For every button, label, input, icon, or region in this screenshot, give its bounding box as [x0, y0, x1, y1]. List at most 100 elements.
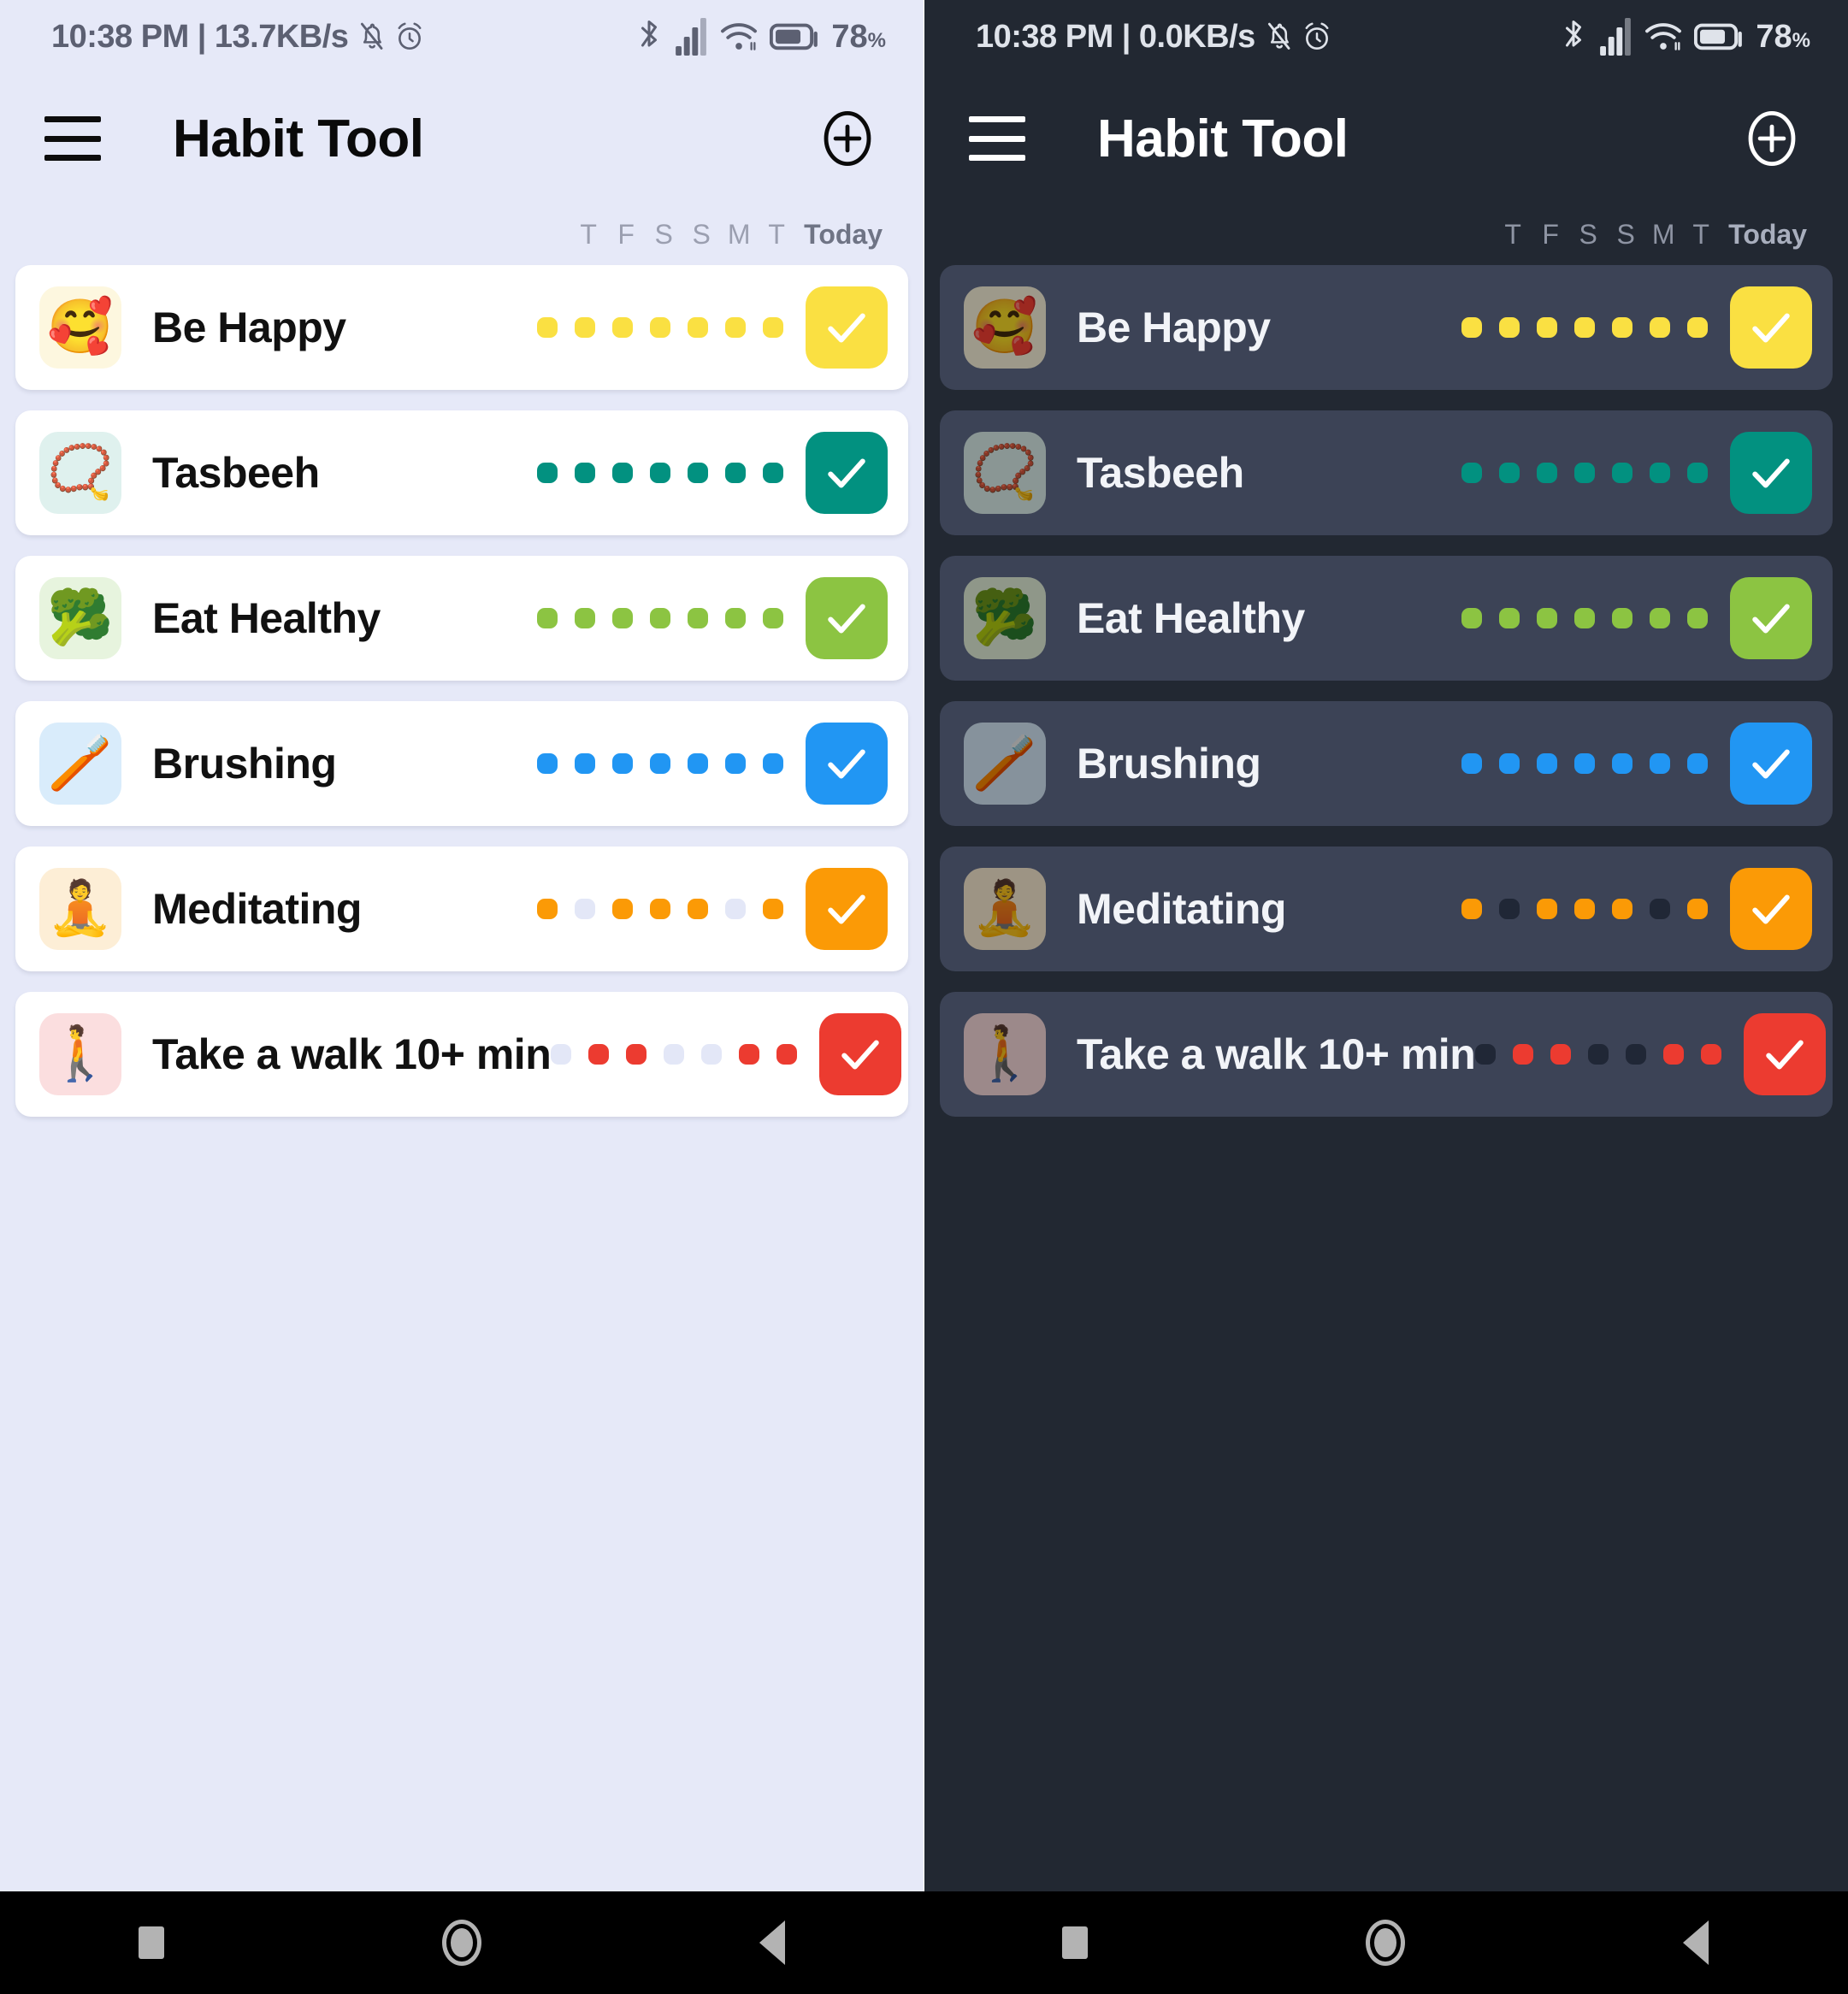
habit-today-checkbox[interactable]: [806, 577, 888, 659]
week-dot-4[interactable]: [1612, 753, 1632, 774]
week-dot-5[interactable]: [725, 317, 746, 338]
week-dot-0[interactable]: [1475, 1044, 1497, 1065]
habit-row[interactable]: 🧘 Meditating: [15, 847, 908, 971]
week-dot-0[interactable]: [537, 608, 558, 628]
week-dot-2[interactable]: [1537, 753, 1557, 774]
week-dot-1[interactable]: [1499, 317, 1520, 338]
week-dot-6[interactable]: [763, 899, 783, 919]
week-dot-1[interactable]: [1499, 608, 1520, 628]
week-dot-6[interactable]: [1687, 753, 1708, 774]
week-dot-1[interactable]: [1499, 753, 1520, 774]
week-dot-2[interactable]: [1537, 463, 1557, 483]
habit-row[interactable]: 🪥 Brushing: [940, 701, 1833, 826]
habit-today-checkbox[interactable]: [806, 432, 888, 514]
week-dot-4[interactable]: [688, 317, 708, 338]
week-dot-6[interactable]: [763, 317, 783, 338]
week-dot-0[interactable]: [1461, 753, 1482, 774]
week-dot-3[interactable]: [650, 317, 670, 338]
week-dot-2[interactable]: [626, 1044, 647, 1065]
habit-today-checkbox[interactable]: [806, 723, 888, 805]
week-dot-6[interactable]: [1701, 1044, 1722, 1065]
add-circle-icon[interactable]: [1740, 107, 1804, 170]
week-dot-3[interactable]: [650, 899, 670, 919]
week-dot-1[interactable]: [575, 899, 595, 919]
week-dot-6[interactable]: [763, 753, 783, 774]
week-dot-6[interactable]: [1687, 899, 1708, 919]
week-dot-6[interactable]: [776, 1044, 798, 1065]
week-dot-1[interactable]: [575, 317, 595, 338]
week-dot-1[interactable]: [1499, 899, 1520, 919]
week-dot-3[interactable]: [1588, 1044, 1609, 1065]
week-dot-3[interactable]: [650, 608, 670, 628]
week-dot-0[interactable]: [537, 753, 558, 774]
week-dot-6[interactable]: [763, 463, 783, 483]
week-dot-5[interactable]: [725, 463, 746, 483]
week-dot-6[interactable]: [1687, 317, 1708, 338]
back-triangle-icon[interactable]: [759, 1920, 785, 1965]
week-dot-2[interactable]: [612, 899, 633, 919]
recents-square-icon[interactable]: [139, 1926, 165, 1959]
week-dot-4[interactable]: [688, 608, 708, 628]
week-dot-0[interactable]: [1461, 899, 1482, 919]
week-dot-5[interactable]: [1650, 753, 1670, 774]
week-dot-3[interactable]: [1574, 899, 1595, 919]
week-dot-4[interactable]: [1612, 463, 1632, 483]
week-dot-4[interactable]: [688, 463, 708, 483]
week-dot-4[interactable]: [688, 753, 708, 774]
habit-today-checkbox[interactable]: [806, 286, 888, 369]
habit-today-checkbox[interactable]: [1730, 432, 1812, 514]
week-dot-1[interactable]: [588, 1044, 610, 1065]
week-dot-2[interactable]: [1537, 899, 1557, 919]
week-dot-4[interactable]: [688, 899, 708, 919]
week-dot-2[interactable]: [612, 463, 633, 483]
week-dot-0[interactable]: [537, 899, 558, 919]
habit-today-checkbox[interactable]: [1730, 577, 1812, 659]
week-dot-3[interactable]: [1574, 317, 1595, 338]
week-dot-5[interactable]: [1663, 1044, 1685, 1065]
week-dot-0[interactable]: [551, 1044, 572, 1065]
habit-row[interactable]: 🚶 Take a walk 10+ min: [940, 992, 1833, 1117]
hamburger-menu-icon[interactable]: [969, 116, 1025, 161]
habit-row[interactable]: 🪥 Brushing: [15, 701, 908, 826]
week-dot-3[interactable]: [1574, 608, 1595, 628]
week-dot-5[interactable]: [739, 1044, 760, 1065]
week-dot-1[interactable]: [1513, 1044, 1534, 1065]
week-dot-0[interactable]: [1461, 317, 1482, 338]
week-dot-3[interactable]: [1574, 753, 1595, 774]
week-dot-1[interactable]: [575, 463, 595, 483]
week-dot-1[interactable]: [1499, 463, 1520, 483]
week-dot-5[interactable]: [725, 753, 746, 774]
week-dot-6[interactable]: [763, 608, 783, 628]
week-dot-4[interactable]: [1612, 899, 1632, 919]
week-dot-0[interactable]: [1461, 463, 1482, 483]
habit-today-checkbox[interactable]: [1730, 723, 1812, 805]
habit-today-checkbox[interactable]: [1730, 286, 1812, 369]
habit-row[interactable]: 📿 Tasbeeh: [15, 410, 908, 535]
home-circle-icon[interactable]: [441, 1920, 481, 1966]
recents-square-icon[interactable]: [1062, 1926, 1089, 1959]
week-dot-3[interactable]: [1574, 463, 1595, 483]
week-dot-6[interactable]: [1687, 608, 1708, 628]
habit-today-checkbox[interactable]: [819, 1013, 902, 1095]
week-dot-2[interactable]: [612, 317, 633, 338]
week-dot-4[interactable]: [1612, 608, 1632, 628]
habit-row[interactable]: 🥰 Be Happy: [940, 265, 1833, 390]
week-dot-3[interactable]: [664, 1044, 685, 1065]
back-triangle-icon[interactable]: [1682, 1920, 1709, 1965]
week-dot-0[interactable]: [537, 317, 558, 338]
week-dot-2[interactable]: [1550, 1044, 1572, 1065]
habit-today-checkbox[interactable]: [1744, 1013, 1827, 1095]
habit-today-checkbox[interactable]: [1730, 868, 1812, 950]
week-dot-2[interactable]: [612, 753, 633, 774]
week-dot-3[interactable]: [650, 463, 670, 483]
habit-row[interactable]: 🥦 Eat Healthy: [940, 556, 1833, 681]
habit-row[interactable]: 🚶 Take a walk 10+ min: [15, 992, 908, 1117]
week-dot-4[interactable]: [701, 1044, 723, 1065]
week-dot-0[interactable]: [537, 463, 558, 483]
week-dot-5[interactable]: [1650, 608, 1670, 628]
week-dot-1[interactable]: [575, 753, 595, 774]
week-dot-5[interactable]: [1650, 463, 1670, 483]
habit-row[interactable]: 📿 Tasbeeh: [940, 410, 1833, 535]
habit-row[interactable]: 🥦 Eat Healthy: [15, 556, 908, 681]
week-dot-0[interactable]: [1461, 608, 1482, 628]
